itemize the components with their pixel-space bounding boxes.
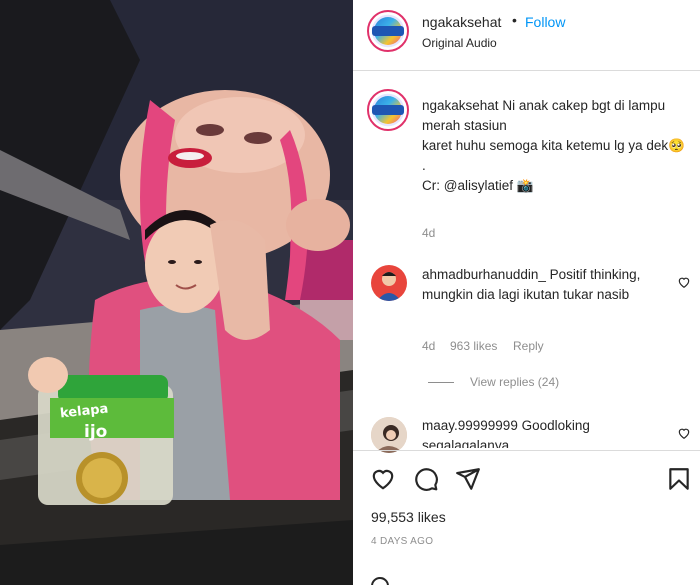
comment-1-reply[interactable]: Reply	[513, 339, 544, 353]
comment-2: maay.99999999 Goodloking segalagalanya	[422, 416, 657, 448]
author-avatar[interactable]	[367, 10, 409, 52]
post-timestamp: 4 DAYS AGO	[371, 536, 434, 547]
post-media[interactable]: kelapa ijo	[0, 0, 353, 585]
comment-like-heart-icon[interactable]	[677, 426, 691, 440]
author-username[interactable]: ngakaksehat	[422, 14, 501, 30]
caption-time[interactable]: 4d	[422, 226, 435, 240]
header-divider	[353, 70, 700, 71]
comment-1: ahmadburhanuddin_ Positif thinking, mung…	[422, 265, 657, 305]
caption-line-2: karet huhu semoga kita ketemu lg ya dek🥺	[422, 138, 685, 153]
actions-divider	[353, 450, 700, 451]
heart-icon[interactable]	[370, 466, 396, 492]
caption-avatar[interactable]	[367, 89, 409, 131]
likes-count[interactable]: 99,553 likes	[371, 509, 446, 525]
comment-2-username[interactable]: maay.99999999	[422, 418, 518, 433]
commenter-avatar[interactable]	[371, 265, 407, 301]
header-separator-dot: •	[512, 12, 517, 28]
comment-1-username[interactable]: ahmadburhanuddin_	[422, 267, 546, 282]
comment-1-likes[interactable]: 963 likes	[450, 339, 497, 353]
original-audio-link[interactable]: Original Audio	[422, 36, 497, 50]
view-replies-button[interactable]: View replies (24)	[470, 375, 559, 389]
caption-dot: .	[422, 158, 426, 173]
comment-like-heart-icon[interactable]	[677, 275, 691, 289]
post-photo	[0, 0, 353, 585]
follow-button[interactable]: Follow	[525, 14, 565, 30]
caption-username[interactable]: ngakaksehat	[422, 98, 499, 113]
caption-credit: Cr: @alisylatief 📸	[422, 178, 534, 193]
jar-label-2: ijo	[84, 422, 108, 442]
caption: ngakaksehat Ni anak cakep bgt di lampu m…	[422, 96, 692, 196]
bookmark-icon[interactable]	[666, 466, 692, 492]
view-replies-line	[428, 382, 454, 383]
comment-icon[interactable]	[413, 466, 439, 492]
emoji-icon[interactable]	[370, 576, 390, 585]
commenter-avatar[interactable]	[371, 417, 407, 453]
comment-1-time[interactable]: 4d	[422, 339, 435, 353]
share-icon[interactable]	[455, 466, 481, 492]
